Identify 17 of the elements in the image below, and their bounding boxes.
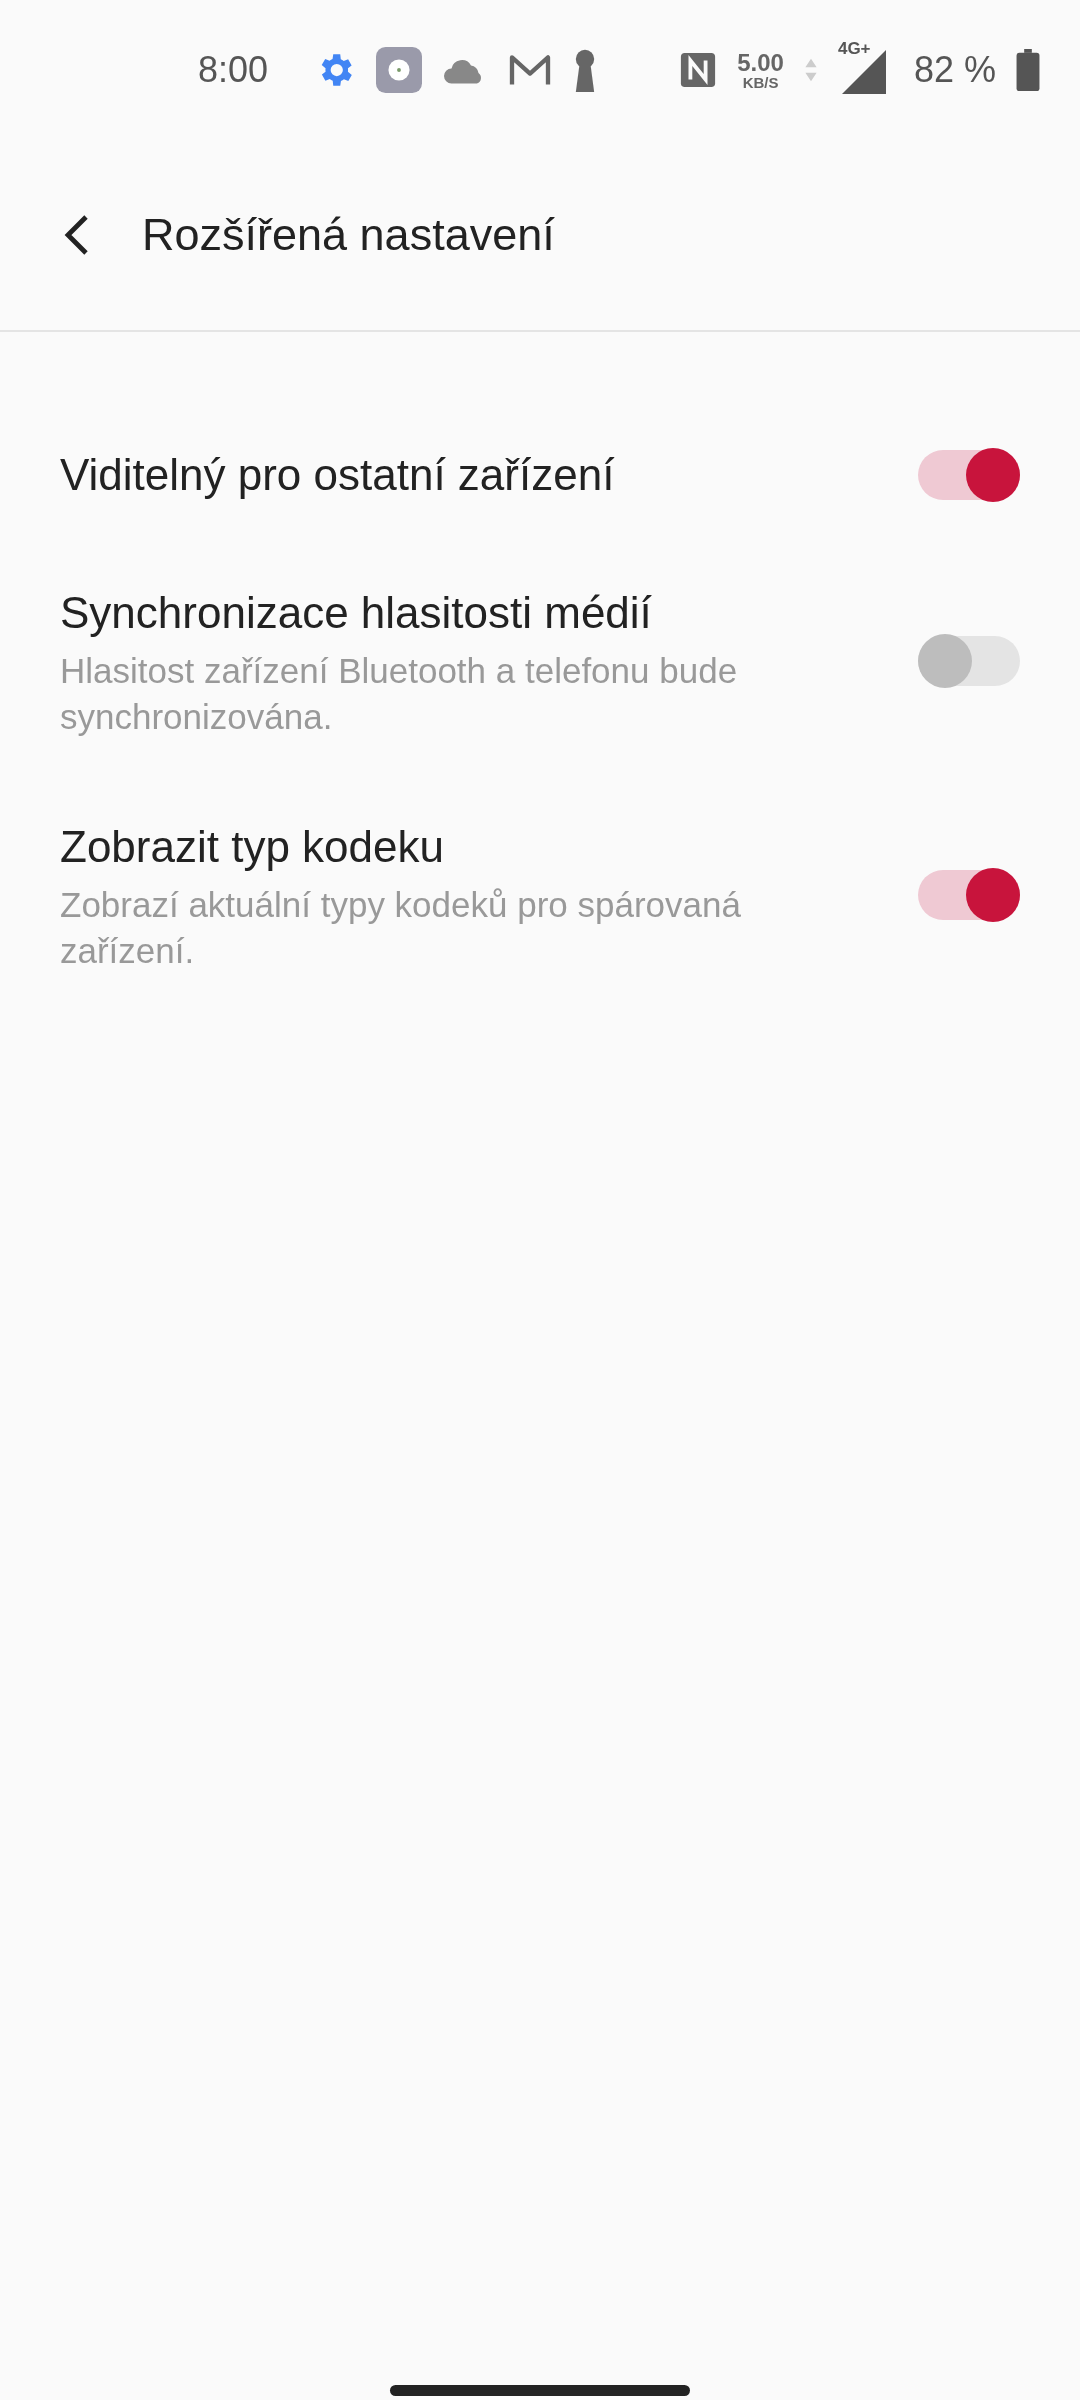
network-type: 4G+: [837, 40, 873, 57]
toggle-switch[interactable]: [918, 870, 1020, 920]
page-title: Rozšířená nastavení: [142, 209, 555, 261]
setting-title: Viditelný pro ostatní zařízení: [60, 449, 616, 501]
toggle-switch[interactable]: [918, 450, 1020, 500]
nfc-icon: [679, 50, 718, 90]
status-time: 8:00: [198, 49, 269, 91]
speed-unit: KB/S: [742, 74, 779, 90]
toggle-switch[interactable]: [918, 636, 1020, 686]
battery-icon: [1016, 49, 1040, 91]
battery-level: 82 %: [913, 49, 996, 91]
setting-title: Synchronizace hlasitosti médií: [60, 587, 653, 639]
speed-value: 5.00: [737, 50, 784, 75]
setting-description: Zobrazí aktuální typy kodeků pro spárovaná zařízení.: [60, 884, 742, 972]
setting-title: Zobrazit typ kodeku: [60, 821, 445, 873]
app-icon: [376, 47, 423, 93]
setting-description: Hlasitost zařízení Bluetooth a telefonu bude synchronizována.: [60, 650, 739, 738]
